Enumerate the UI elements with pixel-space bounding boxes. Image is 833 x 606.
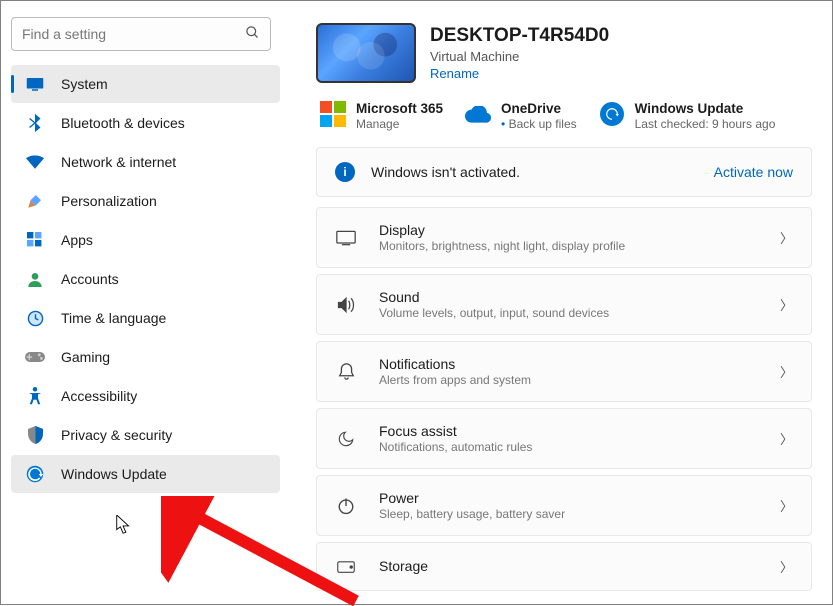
tile-title: OneDrive xyxy=(501,101,577,116)
card-title: Sound xyxy=(379,289,780,305)
notifications-icon xyxy=(335,362,357,381)
nav-item-gaming[interactable]: Gaming xyxy=(11,338,280,376)
nav-item-bluetooth[interactable]: Bluetooth & devices xyxy=(11,104,280,142)
nav-label: Gaming xyxy=(61,349,110,365)
chevron-right-icon: 〉 xyxy=(780,362,793,381)
nav-label: Bluetooth & devices xyxy=(61,115,185,131)
search-icon xyxy=(245,25,260,43)
main-panel: DESKTOP-T4R54D0 Virtual Machine Rename M… xyxy=(296,1,832,604)
apps-icon xyxy=(25,230,45,250)
accessibility-icon xyxy=(25,386,45,406)
nav-item-personalization[interactable]: Personalization xyxy=(11,182,280,220)
info-icon: i xyxy=(335,162,355,182)
chevron-right-icon: 〉 xyxy=(780,496,793,515)
nav-label: Personalization xyxy=(61,193,157,209)
summary-tiles: Microsoft 365 Manage OneDrive Back up fi… xyxy=(316,101,812,131)
nav-label: Apps xyxy=(61,232,93,248)
windows-update-icon xyxy=(25,464,45,484)
nav-item-accounts[interactable]: Accounts xyxy=(11,260,280,298)
tile-onedrive[interactable]: OneDrive Back up files xyxy=(465,101,577,131)
nav-label: Accounts xyxy=(61,271,119,287)
nav-label: Privacy & security xyxy=(61,427,172,443)
search-input[interactable] xyxy=(22,26,245,42)
privacy-icon xyxy=(25,425,45,445)
nav-label: Network & internet xyxy=(61,154,176,170)
device-thumbnail xyxy=(316,23,416,83)
nav-label: Accessibility xyxy=(61,388,137,404)
chevron-right-icon: 〉 xyxy=(780,295,793,314)
tile-microsoft365[interactable]: Microsoft 365 Manage xyxy=(320,101,443,131)
tile-sub: Manage xyxy=(356,117,443,131)
nav-list: System Bluetooth & devices Network & int… xyxy=(11,65,296,493)
search-field[interactable] xyxy=(11,17,271,51)
nav-item-time[interactable]: Time & language xyxy=(11,299,280,337)
nav-item-network[interactable]: Network & internet xyxy=(11,143,280,181)
nav-label: Time & language xyxy=(61,310,166,326)
device-header: DESKTOP-T4R54D0 Virtual Machine Rename xyxy=(316,23,812,83)
card-power[interactable]: Power Sleep, battery usage, battery save… xyxy=(316,475,812,536)
nav-label: Windows Update xyxy=(61,466,167,482)
settings-sidebar: System Bluetooth & devices Network & int… xyxy=(1,1,296,604)
activation-banner: i Windows isn't activated. Activate now xyxy=(316,147,812,197)
nav-item-apps[interactable]: Apps xyxy=(11,221,280,259)
banner-text: Windows isn't activated. xyxy=(371,164,714,180)
card-title: Notifications xyxy=(379,356,780,372)
card-sub: Notifications, automatic rules xyxy=(379,440,780,454)
tile-title: Microsoft 365 xyxy=(356,101,443,116)
gaming-icon xyxy=(25,347,45,367)
network-icon xyxy=(25,152,45,172)
card-sub: Alerts from apps and system xyxy=(379,373,780,387)
display-icon xyxy=(335,230,357,246)
card-sound[interactable]: Sound Volume levels, output, input, soun… xyxy=(316,274,812,335)
rename-link[interactable]: Rename xyxy=(430,66,609,81)
focus-assist-icon xyxy=(335,430,357,448)
card-display[interactable]: Display Monitors, brightness, night ligh… xyxy=(316,207,812,268)
nav-item-privacy[interactable]: Privacy & security xyxy=(11,416,280,454)
nav-item-accessibility[interactable]: Accessibility xyxy=(11,377,280,415)
time-icon xyxy=(25,308,45,328)
nav-item-system[interactable]: System xyxy=(11,65,280,103)
bluetooth-icon xyxy=(25,113,45,133)
nav-item-windows-update[interactable]: Windows Update xyxy=(11,455,280,493)
tile-title: Windows Update xyxy=(635,101,776,116)
card-title: Focus assist xyxy=(379,423,780,439)
activate-now-link[interactable]: Activate now xyxy=(714,164,793,180)
microsoft365-icon xyxy=(320,101,346,127)
onedrive-icon xyxy=(465,101,491,127)
card-title: Power xyxy=(379,490,780,506)
card-focus-assist[interactable]: Focus assist Notifications, automatic ru… xyxy=(316,408,812,469)
tile-sub: Last checked: 9 hours ago xyxy=(635,117,776,131)
card-storage[interactable]: Storage 〉 xyxy=(316,542,812,591)
power-icon xyxy=(335,497,357,515)
storage-icon xyxy=(335,560,357,574)
card-title: Display xyxy=(379,222,780,238)
device-type: Virtual Machine xyxy=(430,49,609,64)
card-notifications[interactable]: Notifications Alerts from apps and syste… xyxy=(316,341,812,402)
card-sub: Sleep, battery usage, battery saver xyxy=(379,507,780,521)
chevron-right-icon: 〉 xyxy=(780,429,793,448)
card-sub: Volume levels, output, input, sound devi… xyxy=(379,306,780,320)
card-title: Storage xyxy=(379,558,780,574)
chevron-right-icon: 〉 xyxy=(780,557,793,576)
windows-update-tile-icon xyxy=(599,101,625,127)
system-icon xyxy=(25,74,45,94)
device-name: DESKTOP-T4R54D0 xyxy=(430,25,609,47)
accounts-icon xyxy=(25,269,45,289)
card-sub: Monitors, brightness, night light, displ… xyxy=(379,239,780,253)
personalization-icon xyxy=(25,191,45,211)
tile-windows-update[interactable]: Windows Update Last checked: 9 hours ago xyxy=(599,101,776,131)
sound-icon xyxy=(335,296,357,314)
chevron-right-icon: 〉 xyxy=(780,228,793,247)
nav-label: System xyxy=(61,76,108,92)
tile-sub: Back up files xyxy=(501,117,577,131)
